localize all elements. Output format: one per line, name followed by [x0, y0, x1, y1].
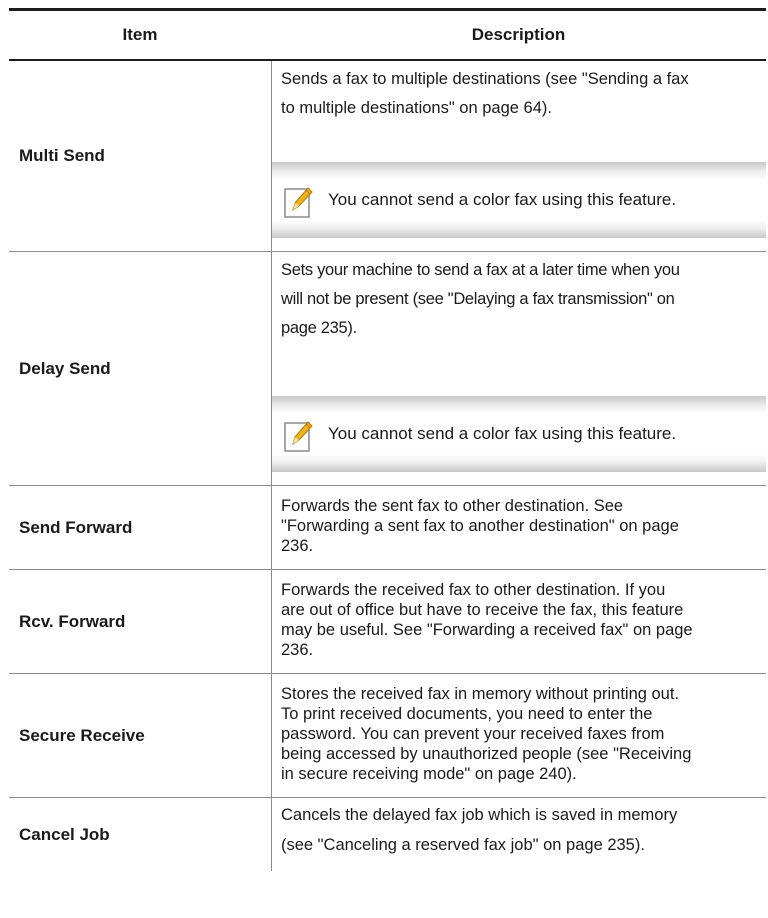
description-line: Sets your machine to send a fax at a lat…: [281, 261, 680, 279]
item-label: Rcv. Forward: [19, 611, 126, 631]
function-table: Item Description Multi Send Sends a fax …: [9, 8, 766, 871]
description-line: Forwards the sent fax to other destinati…: [281, 497, 624, 515]
description-cell: Stores the received fax in memory withou…: [271, 674, 766, 797]
description-cell: Forwards the received fax to other desti…: [271, 570, 766, 673]
description-line: Stores the received fax in memory withou…: [281, 685, 680, 703]
description-line: password. You can prevent your received …: [281, 725, 665, 743]
note-box: You cannot send a color fax using this f…: [272, 396, 766, 472]
item-label: Delay Send: [19, 358, 111, 378]
description-line: page 235).: [281, 319, 357, 337]
note-text: You cannot send a color fax using this f…: [328, 424, 677, 443]
description-line: in secure receiving mode" on page 240).: [281, 765, 577, 783]
description-line: (see "Canceling a reserved fax job" on p…: [281, 836, 645, 854]
item-label: Secure Receive: [19, 725, 145, 745]
header-item: Item: [122, 25, 158, 44]
table-row-cancel-job: Cancel Job Cancels the delayed fax job w…: [9, 798, 766, 871]
header-description: Description: [471, 25, 566, 44]
description-line: Forwards the received fax to other desti…: [281, 581, 666, 599]
description-line: Cancels the delayed fax job which is sav…: [281, 806, 678, 824]
description-line: 236.: [281, 641, 314, 659]
description-cell: Cancels the delayed fax job which is sav…: [271, 798, 766, 871]
note-pencil-icon: [284, 187, 313, 218]
description-line: to multiple destinations" on page 64).: [281, 99, 552, 117]
item-label: Cancel Job: [19, 824, 110, 844]
table-row-delay-send: Delay Send Sets your machine to send a f…: [9, 252, 766, 486]
table-row-secure-receive: Secure Receive Stores the received fax i…: [9, 674, 766, 798]
note-pencil-icon: [284, 421, 313, 452]
item-label: Send Forward: [19, 517, 133, 537]
description-cell: Sets your machine to send a fax at a lat…: [271, 252, 766, 485]
item-label: Multi Send: [19, 146, 105, 165]
description-line: are out of office but have to receive th…: [281, 601, 684, 619]
description-line: being accessed by unauthorized people (s…: [281, 745, 692, 763]
table-row-rcv-forward: Rcv. Forward Forwards the received fax t…: [9, 570, 766, 674]
description-line: may be useful. See "Forwarding a receive…: [281, 621, 693, 639]
table-row-multi-send: Multi Send Sends a fax to multiple desti…: [9, 61, 766, 252]
note-box: You cannot send a color fax using this f…: [272, 162, 766, 238]
note-text: You cannot send a color fax using this f…: [328, 190, 677, 209]
description-line: Sends a fax to multiple destinations (se…: [281, 70, 689, 88]
description-line: will not be present (see "Delaying a fax…: [281, 290, 675, 308]
description-line: To print received documents, you need to…: [281, 705, 653, 723]
table-row-send-forward: Send Forward Forwards the sent fax to ot…: [9, 486, 766, 570]
description-cell: Sends a fax to multiple destinations (se…: [271, 61, 766, 251]
description-line: "Forwarding a sent fax to another destin…: [281, 517, 679, 535]
table-header: Item Description: [9, 8, 766, 61]
description-cell: Forwards the sent fax to other destinati…: [271, 486, 766, 569]
description-line: 236.: [281, 537, 314, 555]
